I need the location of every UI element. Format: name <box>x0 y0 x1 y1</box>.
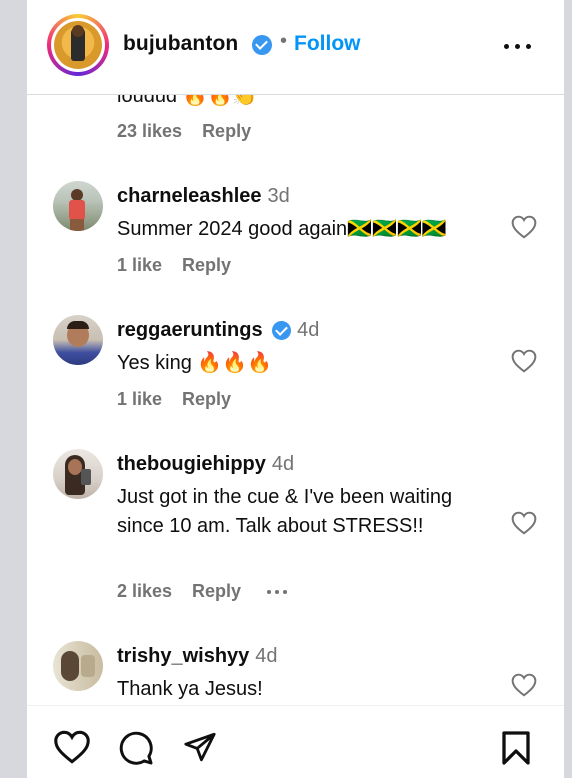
post-header: bujubanton • Follow <box>27 0 564 95</box>
comment-text: Thank ya Jesus! <box>117 678 263 700</box>
commenter-avatar[interactable] <box>53 181 103 231</box>
like-heart-icon[interactable] <box>53 730 91 764</box>
comment-meta: 1 like Reply <box>117 255 231 276</box>
reply-button[interactable]: Reply <box>182 255 231 276</box>
reply-button[interactable]: Reply <box>192 581 241 602</box>
comment-time: 4d <box>297 319 320 341</box>
reply-button[interactable]: Reply <box>182 389 231 410</box>
comments-list[interactable]: loudud 🔥🔥👏 23 likes Reply charneleashlee… <box>27 95 564 705</box>
author-avatar[interactable] <box>47 14 109 76</box>
commenter-avatar[interactable] <box>53 641 103 691</box>
comment-text: Yes king 🔥🔥🔥 <box>117 352 273 374</box>
commenter-avatar[interactable] <box>53 449 103 499</box>
verified-badge-icon <box>272 321 292 341</box>
comment-time: 4d <box>255 645 278 667</box>
window-right-edge <box>564 0 572 778</box>
comment-meta: 2 likes Reply <box>117 581 288 602</box>
comment-likes-count[interactable]: 1 like <box>117 255 162 276</box>
more-options-icon[interactable] <box>504 44 532 50</box>
reply-button[interactable]: Reply <box>202 121 251 142</box>
commenter-username[interactable]: trishy_wishyy 4d <box>117 645 278 668</box>
post-actions-bar <box>27 705 564 779</box>
header-separator: • <box>280 30 288 52</box>
heart-icon[interactable] <box>511 511 537 535</box>
comment-likes-count[interactable]: 1 like <box>117 389 162 410</box>
window-left-edge <box>0 0 27 778</box>
comment-likes-count[interactable]: 2 likes <box>117 581 172 602</box>
comment-text: Summer 2024 good again🇯🇲🇯🇲🇯🇲🇯🇲 <box>117 218 447 240</box>
heart-icon[interactable] <box>511 673 537 697</box>
comment-likes-count[interactable]: 23 likes <box>117 121 182 142</box>
comment-text: Just got in the cue & I've been waiting … <box>117 486 453 537</box>
verified-badge-icon <box>252 35 272 55</box>
comment-meta: 23 likes Reply <box>117 121 251 142</box>
comment-options-icon[interactable] <box>267 589 288 594</box>
comment-meta: 1 like Reply <box>117 389 231 410</box>
commenter-username[interactable]: charneleashlee 3d <box>117 185 290 208</box>
bookmark-icon[interactable] <box>501 730 531 766</box>
heart-icon[interactable] <box>511 349 537 373</box>
comment-time: 4d <box>271 453 295 475</box>
commenter-username[interactable]: thebougiehippy 4d <box>117 453 294 476</box>
comment-icon[interactable] <box>118 730 154 766</box>
comment-text-partial: loudud 🔥🔥👏 <box>117 95 258 107</box>
commenter-username[interactable]: reggaeruntings 4d <box>117 319 319 342</box>
send-icon[interactable] <box>182 730 218 764</box>
comment-time: 3d <box>267 185 290 207</box>
follow-button[interactable]: Follow <box>294 32 361 56</box>
commenter-avatar[interactable] <box>53 315 103 365</box>
heart-icon[interactable] <box>511 215 537 239</box>
author-username[interactable]: bujubanton <box>123 32 238 56</box>
post-comments-panel: bujubanton • Follow loudud 🔥🔥👏 23 likes … <box>27 0 564 779</box>
